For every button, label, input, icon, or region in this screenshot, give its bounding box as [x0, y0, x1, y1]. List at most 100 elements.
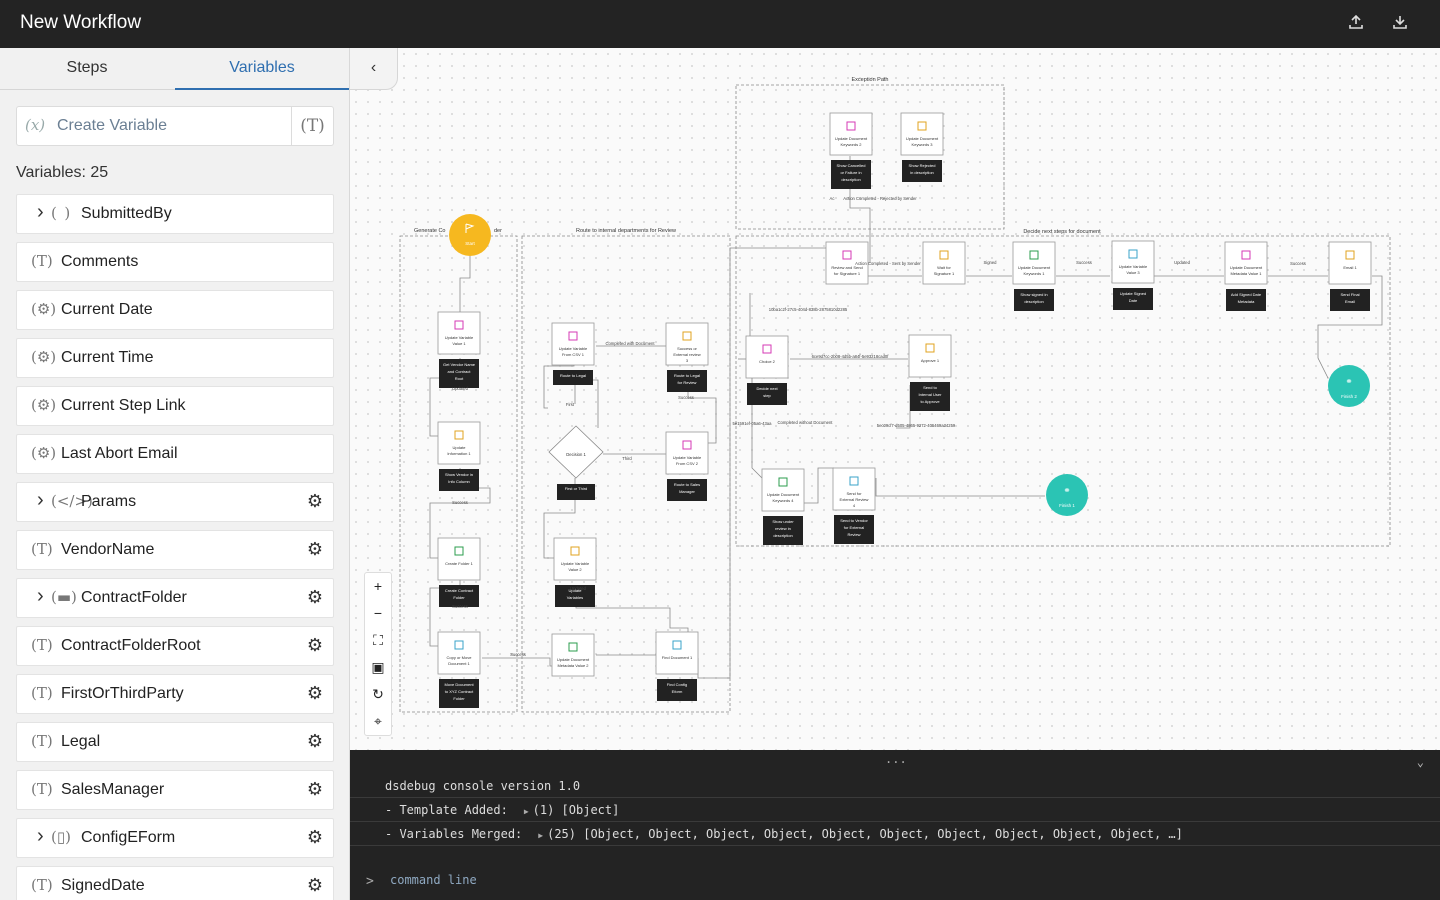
workflow-node[interactable]: Update VariableFrom CSV 2 Route to Sales M…: [665, 431, 709, 501]
reset-button[interactable]: ↻: [365, 681, 391, 708]
gear-icon[interactable]: ⚙: [305, 635, 325, 655]
variable-type-button[interactable]: (T): [291, 107, 333, 145]
node-box[interactable]: [551, 322, 595, 366]
workflow-node[interactable]: Update DocumentMetadata Value 2: [551, 633, 595, 677]
chevron-right-icon[interactable]: ›: [37, 585, 44, 608]
node-box[interactable]: [745, 335, 789, 379]
node-desc-text: Send to Vendor: [840, 518, 868, 523]
gear-icon[interactable]: ⚙: [305, 587, 325, 607]
node-box[interactable]: [437, 421, 481, 465]
workflow-node[interactable]: Approve 1 Send to Internal User to Approve: [908, 334, 952, 411]
console-line: dsdebug console version 1.0: [350, 774, 1440, 798]
expand-arrow-icon[interactable]: ▶: [524, 807, 529, 816]
zoom-in-button[interactable]: +: [365, 573, 391, 600]
zoom-out-button[interactable]: −: [365, 600, 391, 627]
variable-item[interactable]: (T) Comments: [16, 242, 334, 282]
node-box[interactable]: [1012, 241, 1056, 285]
variable-item[interactable]: (⚙) Current Time: [16, 338, 334, 378]
workflow-node[interactable]: Success orExternal review3Route to Legal…: [665, 322, 709, 392]
gear-icon[interactable]: ⚙: [305, 731, 325, 751]
gear-icon[interactable]: ⚙: [305, 875, 325, 895]
console-value[interactable]: (25) [Object, Object, Object, Object, Ob…: [547, 827, 1183, 841]
workflow-node[interactable]: Update DocumentMetadata Value 1 Add Signe…: [1224, 241, 1268, 311]
variable-item[interactable]: › (▯) ConfigEForm ⚙: [16, 818, 334, 858]
workflow-node[interactable]: Update DocumentKeywords 3 Show Rejected in…: [900, 112, 944, 182]
console-value[interactable]: (1) [Object]: [533, 803, 620, 817]
upload-button[interactable]: [1346, 14, 1366, 34]
variable-item[interactable]: › (▬) ContractFolder ⚙: [16, 578, 334, 618]
edge-label: Updated: [1174, 260, 1191, 265]
fit-view-button[interactable]: ⛶: [365, 627, 391, 654]
node-box[interactable]: [553, 537, 597, 581]
workflow-node[interactable]: Update VariableValue 3 Update Signed Date: [1111, 240, 1155, 310]
console-resize-handle[interactable]: ...: [885, 752, 907, 766]
finish-node[interactable]: [1046, 474, 1088, 516]
node-box[interactable]: [761, 468, 805, 512]
node-box[interactable]: [437, 631, 481, 675]
variable-item[interactable]: (⚙) Current Date: [16, 290, 334, 330]
node-box[interactable]: [665, 431, 709, 475]
debug-console: ... ⌄ dsdebug console version 1.0 - Temp…: [350, 750, 1440, 900]
locate-button[interactable]: ⌖: [365, 708, 391, 735]
chevron-right-icon[interactable]: ›: [37, 201, 44, 224]
lock-button[interactable]: ▣: [365, 654, 391, 681]
variable-item[interactable]: (T) ContractFolderRoot ⚙: [16, 626, 334, 666]
node-box[interactable]: [437, 537, 481, 581]
gear-icon[interactable]: ⚙: [305, 827, 325, 847]
node-box[interactable]: [551, 633, 595, 677]
text-type-icon: (T): [31, 252, 53, 270]
variable-item[interactable]: (T) VendorName ⚙: [16, 530, 334, 570]
variable-item[interactable]: (T) FirstOrThirdParty ⚙: [16, 674, 334, 714]
chevron-right-icon[interactable]: ›: [37, 825, 44, 848]
variable-item[interactable]: (⚙) Current Step Link: [16, 386, 334, 426]
workflow-node[interactable]: Update DocumentKeywords 4 Show under revie…: [761, 468, 805, 545]
workflow-node[interactable]: Update VariableFrom CSV 1 Route to Legal: [551, 322, 595, 385]
workflow-node[interactable]: Update VariableValue 1 Get Vendor Name and…: [437, 311, 481, 388]
start-node[interactable]: [449, 214, 491, 256]
tab-variables[interactable]: Variables: [175, 48, 349, 90]
node-box[interactable]: [900, 112, 944, 156]
edge-label: Success: [1076, 260, 1092, 265]
workflow-node[interactable]: Copy or MoveDocument 1 Move Document to XY…: [437, 631, 481, 708]
workflow-canvas[interactable]: ‹ Exception Path Generate Co der Route t…: [350, 48, 1440, 750]
workflow-node[interactable]: Create Folder 1 Create Contract Folder: [437, 537, 481, 607]
workflow-node[interactable]: Update VariableValue 2UpdateVariables: [553, 537, 597, 607]
workflow-node[interactable]: UpdateInformation 1 Show Vendor in Info Co…: [437, 421, 481, 491]
variable-item[interactable]: (⚙) Last Abort Email: [16, 434, 334, 474]
workflow-node[interactable]: Choice 2 Decide next step: [745, 335, 789, 405]
gear-icon[interactable]: ⚙: [305, 539, 325, 559]
console-collapse-icon[interactable]: ⌄: [1417, 755, 1424, 769]
node-desc-text: Metadata: [1238, 299, 1255, 304]
workflow-node[interactable]: Email 1 Send Final Email: [1328, 241, 1372, 311]
node-box[interactable]: [1328, 241, 1372, 285]
node-box[interactable]: [908, 334, 952, 378]
workflow-node[interactable]: Wait forSignature 1: [922, 241, 966, 285]
variable-item[interactable]: (T) SalesManager ⚙: [16, 770, 334, 810]
tab-steps[interactable]: Steps: [0, 48, 174, 90]
variable-item[interactable]: › ( ) SubmittedBy: [16, 194, 334, 234]
node-box[interactable]: [1224, 241, 1268, 285]
node-box[interactable]: [655, 631, 699, 675]
finish-node[interactable]: [1328, 365, 1370, 407]
workflow-node[interactable]: Send forExternal Review4Send to Vendorfo…: [832, 467, 876, 544]
workflow-node[interactable]: Find Document 1 Find Config Eform: [655, 631, 699, 701]
workflow-node[interactable]: Update DocumentKeywords 1 Show signed in d…: [1012, 241, 1056, 311]
node-box[interactable]: [922, 241, 966, 285]
command-line-input[interactable]: [390, 870, 1390, 890]
node-desc-text: for External: [844, 525, 865, 530]
edge-label: Third: [622, 456, 632, 461]
gear-icon[interactable]: ⚙: [305, 491, 325, 511]
gear-icon[interactable]: ⚙: [305, 683, 325, 703]
variable-item[interactable]: (T) SignedDate ⚙: [16, 866, 334, 900]
node-box[interactable]: [829, 112, 873, 156]
workflow-node[interactable]: Update DocumentKeywords 2 Show Cancelled o…: [829, 112, 873, 189]
variable-item[interactable]: (T) Legal ⚙: [16, 722, 334, 762]
create-variable-input[interactable]: [57, 114, 287, 138]
gear-icon[interactable]: ⚙: [305, 779, 325, 799]
variable-item[interactable]: › (</>) Params ⚙: [16, 482, 334, 522]
expand-arrow-icon[interactable]: ▶: [538, 831, 543, 840]
node-box[interactable]: [1111, 240, 1155, 284]
download-button[interactable]: [1390, 14, 1410, 34]
node-box[interactable]: [437, 311, 481, 355]
chevron-right-icon[interactable]: ›: [37, 489, 44, 512]
